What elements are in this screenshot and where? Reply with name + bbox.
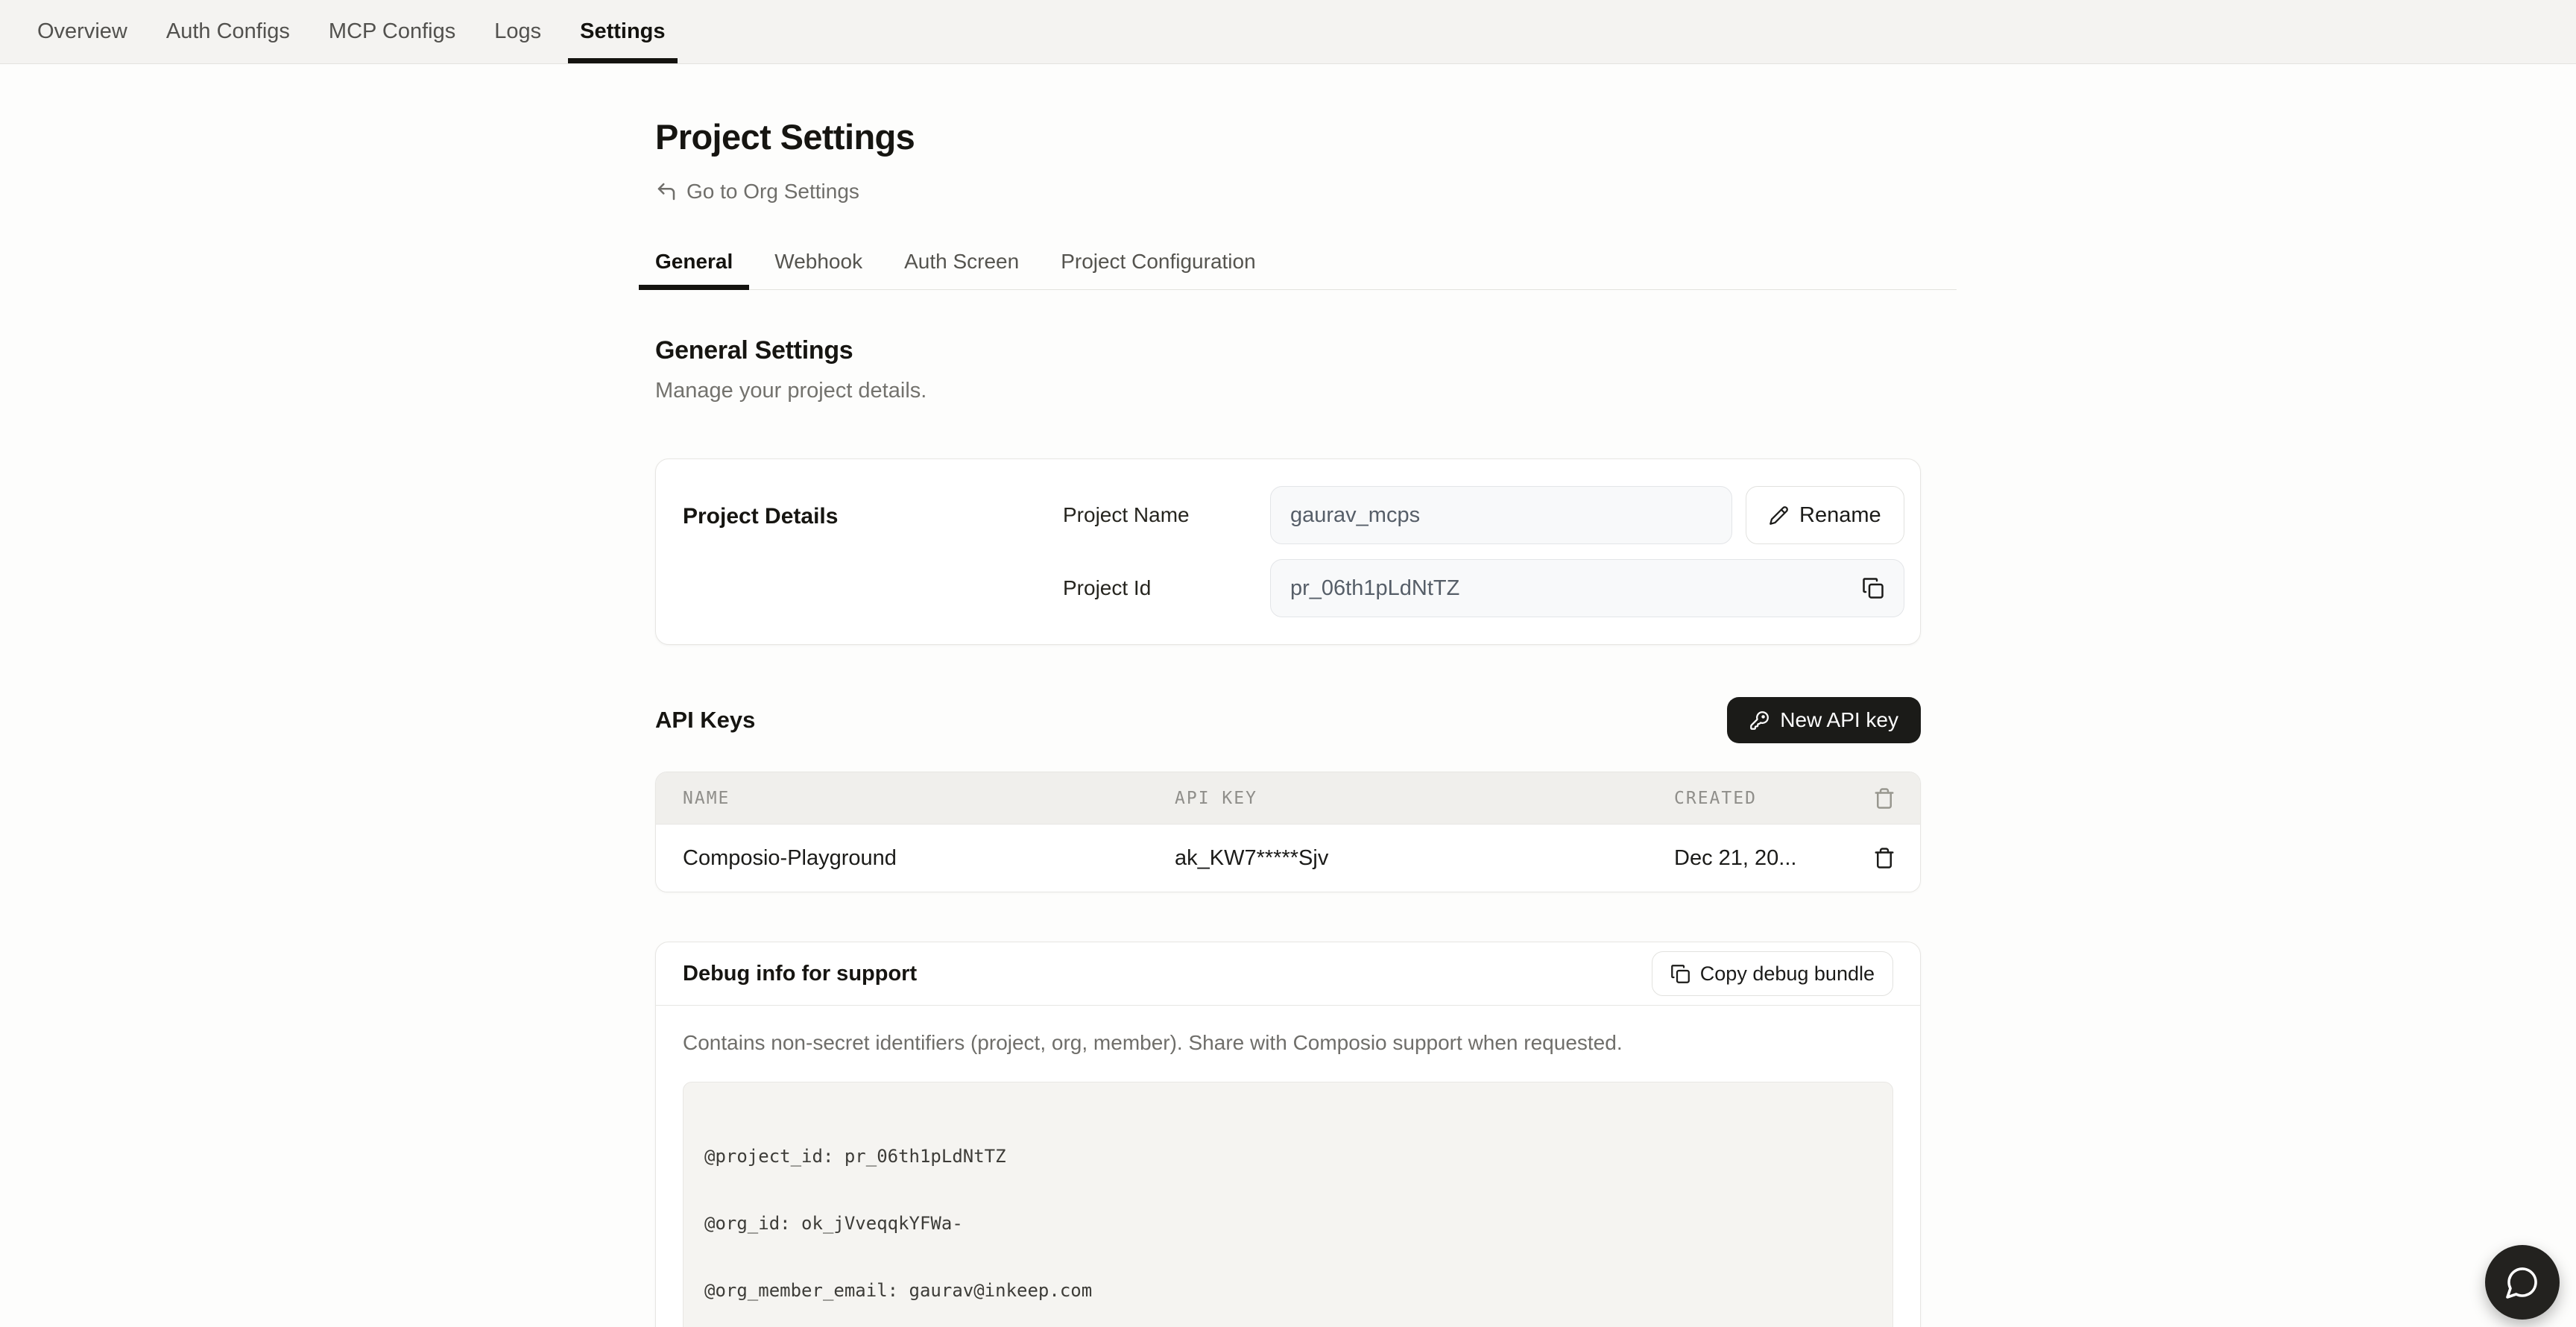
debug-description: Contains non-secret identifiers (project…: [683, 1031, 1893, 1055]
main-content: Project Settings Go to Org Settings Gene…: [655, 64, 1921, 1327]
general-settings-heading: General Settings: [655, 336, 1921, 365]
project-name-field[interactable]: gaurav_mcps: [1270, 486, 1732, 544]
copy-debug-bundle-button[interactable]: Copy debug bundle: [1652, 951, 1893, 996]
debug-info-card: Debug info for support Copy debug bundle…: [655, 942, 1921, 1327]
debug-code-block[interactable]: @project_id: pr_06th1pLdNtTZ @org_id: ok…: [683, 1082, 1893, 1327]
code-line: @org_id: ok_jVveqqkYFWa-: [704, 1212, 1872, 1235]
key-icon: [1749, 710, 1770, 731]
nav-item-auth-configs[interactable]: Auth Configs: [159, 0, 297, 63]
tab-general[interactable]: General: [639, 250, 749, 289]
project-id-value: pr_06th1pLdNtTZ: [1290, 576, 1459, 601]
new-api-key-button[interactable]: New API key: [1727, 697, 1921, 743]
nav-item-overview[interactable]: Overview: [30, 0, 135, 63]
go-to-org-settings-link[interactable]: Go to Org Settings: [655, 180, 859, 204]
project-id-field[interactable]: pr_06th1pLdNtTZ: [1270, 559, 1904, 617]
tab-auth-screen[interactable]: Auth Screen: [888, 250, 1035, 289]
copy-project-id-button[interactable]: [1857, 573, 1889, 604]
tab-webhook[interactable]: Webhook: [758, 250, 879, 289]
tab-project-configuration[interactable]: Project Configuration: [1044, 250, 1272, 289]
code-line: @project_id: pr_06th1pLdNtTZ: [704, 1145, 1872, 1167]
api-key-name-cell: Composio-Playground: [656, 846, 1175, 871]
nav-item-settings[interactable]: Settings: [572, 0, 672, 63]
copy-icon: [1862, 577, 1884, 599]
rename-button-label: Rename: [1799, 503, 1881, 528]
pencil-icon: [1769, 505, 1789, 526]
code-line: @org_member_email: gaurav@inkeep.com: [704, 1279, 1872, 1302]
back-link-label: Go to Org Settings: [686, 180, 859, 204]
api-key-created-cell: Dec 21, 20...: [1674, 846, 1849, 871]
api-key-value-cell: ak_KW7*****Sjv: [1175, 846, 1674, 871]
debug-card-title: Debug info for support: [683, 962, 917, 986]
api-keys-heading: API Keys: [655, 707, 755, 734]
api-keys-header: API Keys New API key: [655, 697, 1921, 743]
project-details-card: Project Details Project Name gaurav_mcps…: [655, 458, 1921, 645]
column-header-name: NAME: [656, 789, 1175, 808]
page-title: Project Settings: [655, 116, 1921, 157]
project-id-row: Project Id pr_06th1pLdNtTZ: [1063, 559, 1904, 617]
chat-support-button[interactable]: [2485, 1245, 2560, 1320]
project-details-title: Project Details: [683, 486, 1063, 617]
api-keys-table: NAME API KEY CREATED Composio-Playground…: [655, 772, 1921, 892]
delete-api-key-button[interactable]: [1869, 842, 1900, 874]
trash-icon: [1873, 787, 1895, 810]
rename-button[interactable]: Rename: [1746, 486, 1904, 544]
column-header-created: CREATED: [1674, 789, 1849, 808]
general-settings-subheading: Manage your project details.: [655, 379, 1921, 403]
settings-tabs: General Webhook Auth Screen Project Conf…: [639, 250, 1957, 290]
project-name-row: Project Name gaurav_mcps Rename: [1063, 486, 1904, 544]
copy-icon: [1670, 964, 1690, 984]
column-header-api-key: API KEY: [1175, 789, 1674, 808]
page-header: Project Settings Go to Org Settings: [655, 64, 1921, 207]
table-row: Composio-Playground ak_KW7*****Sjv Dec 2…: [656, 825, 1920, 892]
api-keys-table-header: NAME API KEY CREATED: [656, 772, 1920, 825]
corner-up-left-icon: [655, 180, 678, 203]
project-id-label: Project Id: [1063, 576, 1270, 600]
new-api-key-label: New API key: [1780, 708, 1898, 732]
nav-item-logs[interactable]: Logs: [487, 0, 549, 63]
top-navigation: Overview Auth Configs MCP Configs Logs S…: [0, 0, 2576, 64]
project-details-fields: Project Name gaurav_mcps Rename Project …: [1063, 486, 1904, 617]
debug-card-header: Debug info for support Copy debug bundle: [656, 942, 1920, 1005]
project-name-label: Project Name: [1063, 503, 1270, 527]
trash-icon: [1873, 847, 1895, 869]
project-name-value: gaurav_mcps: [1290, 503, 1420, 528]
copy-debug-bundle-label: Copy debug bundle: [1700, 962, 1875, 986]
column-header-delete: [1849, 787, 1920, 810]
debug-card-body: Contains non-secret identifiers (project…: [656, 1005, 1920, 1327]
nav-item-mcp-configs[interactable]: MCP Configs: [321, 0, 463, 63]
chat-bubble-icon: [2504, 1264, 2540, 1300]
